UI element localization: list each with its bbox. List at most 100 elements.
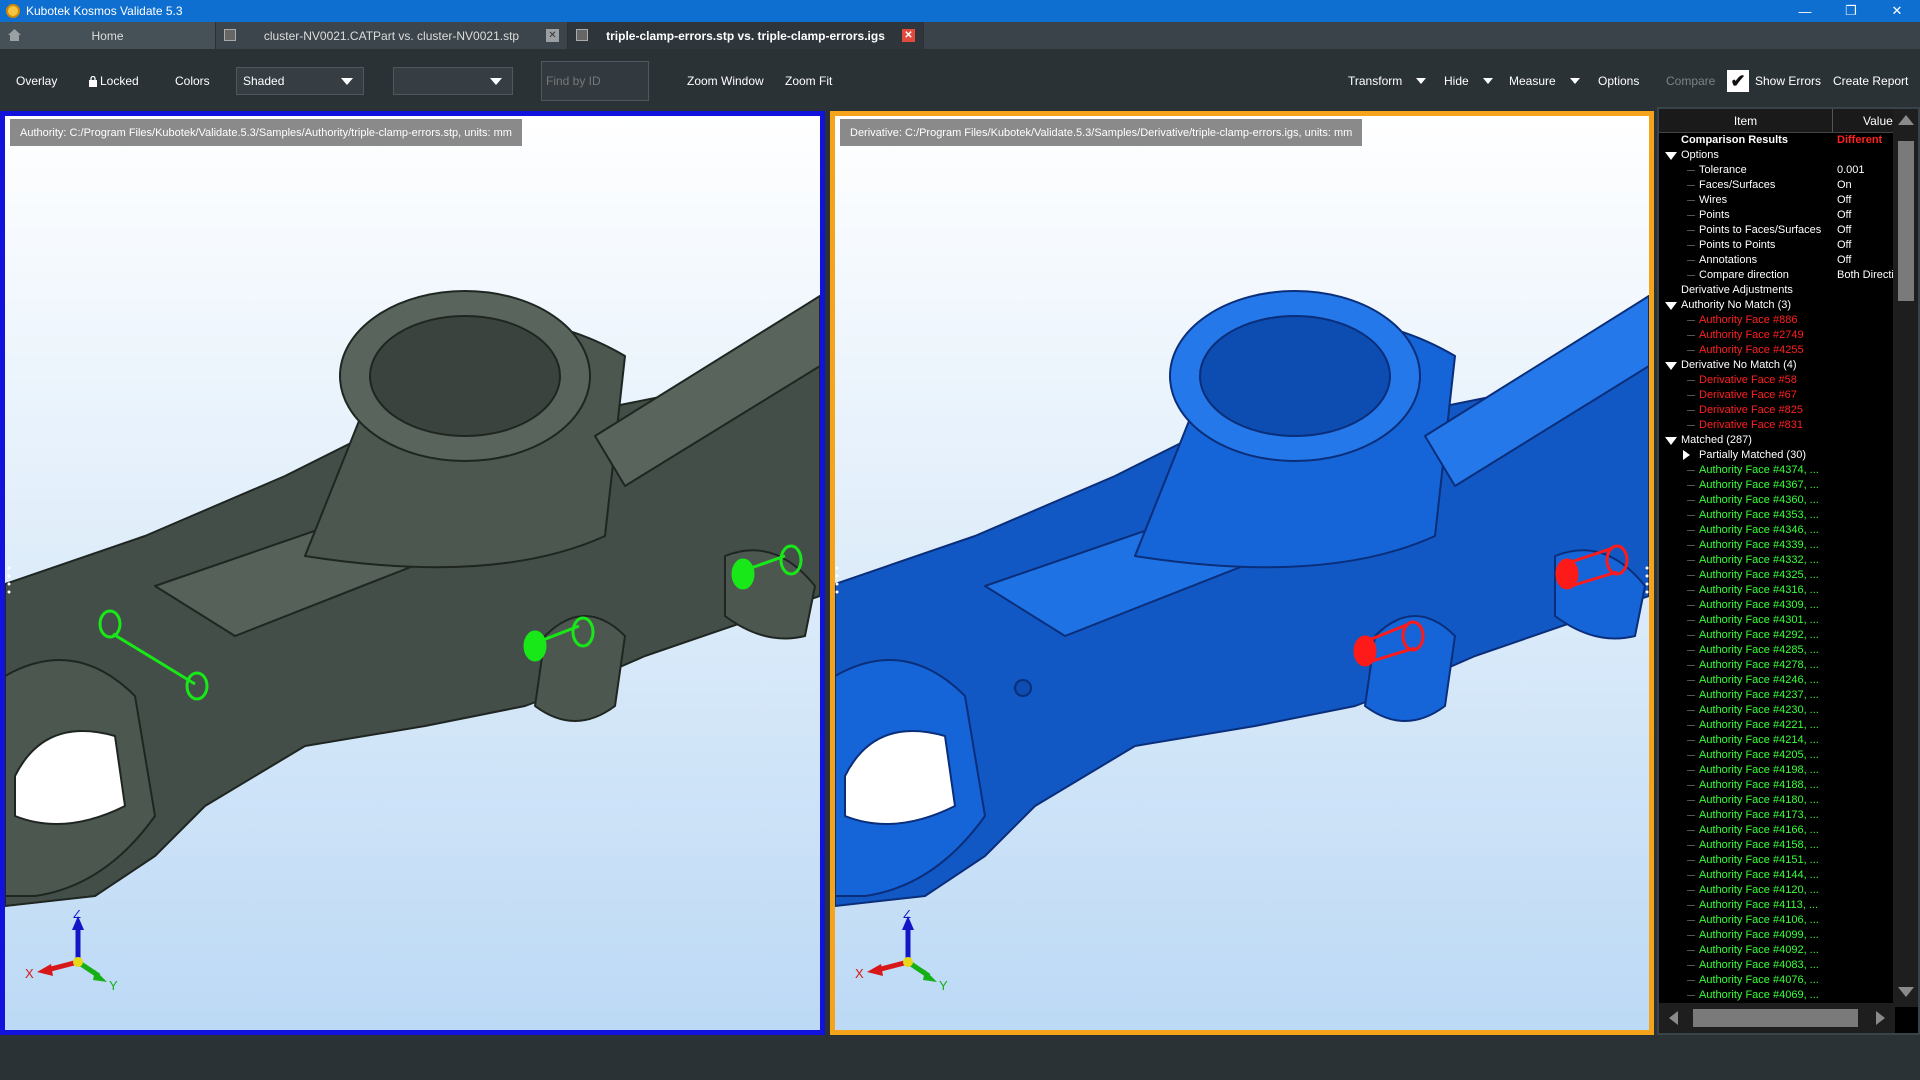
checkbox-checked-icon[interactable]: ✔ (1727, 70, 1749, 92)
zoom-fit-button[interactable]: Zoom Fit (785, 49, 832, 113)
tree-row[interactable]: Authority Face #4198, ... (1659, 763, 1895, 778)
tree-row[interactable]: Authority Face #4083, ... (1659, 958, 1895, 973)
splitter-grip-icon[interactable] (1645, 564, 1649, 594)
tree-row[interactable]: Authority Face #4237, ... (1659, 688, 1895, 703)
tree-row[interactable]: Authority Face #4113, ... (1659, 898, 1895, 913)
tab-close-icon[interactable]: ✕ (902, 29, 915, 42)
tree-row[interactable]: Options (1659, 148, 1895, 163)
tree-row[interactable]: Authority Face #886 (1659, 313, 1895, 328)
tree-row[interactable]: Authority Face #4246, ... (1659, 673, 1895, 688)
tree-row[interactable]: Authority Face #4092, ... (1659, 943, 1895, 958)
tree-row[interactable]: Authority Face #4325, ... (1659, 568, 1895, 583)
tree-row[interactable]: Tolerance 0.001 (1659, 163, 1895, 178)
colors-button[interactable]: Colors (175, 49, 210, 113)
column-header-value[interactable]: Value (1833, 109, 1895, 132)
tab-home[interactable]: Home (0, 22, 216, 49)
tree-row[interactable]: Wires Off (1659, 193, 1895, 208)
tree-row[interactable]: Authority No Match (3) (1659, 298, 1895, 313)
tree-row[interactable]: Derivative Face #67 (1659, 388, 1895, 403)
scroll-up-icon[interactable] (1898, 115, 1914, 125)
tree-row[interactable]: Authority Face #4255 (1659, 343, 1895, 358)
derivative-viewport[interactable]: Derivative: C:/Program Files/Kubotek/Val… (830, 111, 1654, 1035)
tree-row[interactable]: Faces/Surfaces On (1659, 178, 1895, 193)
tree-row[interactable]: Authority Face #4353, ... (1659, 508, 1895, 523)
tree-row[interactable]: Authority Face #4285, ... (1659, 643, 1895, 658)
create-report-button[interactable]: Create Report (1833, 49, 1908, 113)
collapse-right-icon[interactable] (1683, 450, 1690, 460)
scrollbar-thumb[interactable] (1898, 141, 1914, 301)
overlay-button[interactable]: Overlay (16, 49, 57, 113)
zoom-window-button[interactable]: Zoom Window (687, 49, 764, 113)
authority-viewport[interactable]: Authority: C:/Program Files/Kubotek/Vali… (0, 111, 825, 1035)
close-button[interactable]: ✕ (1874, 0, 1920, 22)
horizontal-scrollbar[interactable] (1659, 1003, 1895, 1033)
tree-row[interactable]: Authority Face #4173, ... (1659, 808, 1895, 823)
tree-row[interactable]: Authority Face #4120, ... (1659, 883, 1895, 898)
tree-row[interactable]: Authority Face #4158, ... (1659, 838, 1895, 853)
tree-row[interactable]: Comparison Results Different (1659, 133, 1895, 148)
tree-row[interactable]: Authority Face #4151, ... (1659, 853, 1895, 868)
tree-row[interactable]: Authority Face #4188, ... (1659, 778, 1895, 793)
tree-row[interactable]: Authority Face #4346, ... (1659, 523, 1895, 538)
tree-row[interactable]: Authority Face #4367, ... (1659, 478, 1895, 493)
transform-menu[interactable]: Transform (1348, 49, 1427, 113)
tab-close-icon[interactable]: ✕ (546, 29, 559, 42)
tree-row[interactable]: Authority Face #4301, ... (1659, 613, 1895, 628)
hide-menu[interactable]: Hide (1444, 49, 1493, 113)
tree-row[interactable]: Authority Face #4144, ... (1659, 868, 1895, 883)
tree-row[interactable]: Authority Face #4316, ... (1659, 583, 1895, 598)
tree-row[interactable]: Authority Face #2749 (1659, 328, 1895, 343)
tree-row[interactable]: Authority Face #4166, ... (1659, 823, 1895, 838)
compare-button[interactable]: Compare (1666, 49, 1715, 113)
find-by-id-input[interactable]: Find by ID (541, 61, 649, 101)
tree-row[interactable]: Authority Face #4278, ... (1659, 658, 1895, 673)
options-button[interactable]: Options (1598, 49, 1639, 113)
locked-button[interactable]: Locked (88, 49, 139, 113)
tree-row[interactable]: Authority Face #4309, ... (1659, 598, 1895, 613)
tree-row[interactable]: Matched (287) (1659, 433, 1895, 448)
tree-row[interactable]: Authority Face #4106, ... (1659, 913, 1895, 928)
display-mode-select[interactable]: Shaded (236, 67, 364, 95)
tree-row[interactable]: Annotations Off (1659, 253, 1895, 268)
tree-row[interactable]: Authority Face #4069, ... (1659, 988, 1895, 1003)
tree-row[interactable]: Points Off (1659, 208, 1895, 223)
scroll-down-icon[interactable] (1898, 987, 1914, 997)
tree-row[interactable]: Authority Face #4339, ... (1659, 538, 1895, 553)
tree-row[interactable]: Derivative Face #825 (1659, 403, 1895, 418)
expand-down-icon[interactable] (1665, 362, 1677, 370)
restore-button[interactable]: ❐ (1828, 0, 1874, 22)
tree-row[interactable]: Authority Face #4360, ... (1659, 493, 1895, 508)
tab-triple-clamp-comparison[interactable]: triple-clamp-errors.stp vs. triple-clamp… (568, 22, 924, 49)
tree-row[interactable]: Authority Face #4180, ... (1659, 793, 1895, 808)
secondary-select[interactable] (393, 67, 513, 95)
tree-row[interactable]: Authority Face #4214, ... (1659, 733, 1895, 748)
derivative-model[interactable] (835, 116, 1649, 1030)
tree-row[interactable]: Authority Face #4076, ... (1659, 973, 1895, 988)
scrollbar-thumb[interactable] (1693, 1009, 1858, 1027)
tree-row[interactable]: Authority Face #4099, ... (1659, 928, 1895, 943)
measure-menu[interactable]: Measure (1509, 49, 1580, 113)
tree-row[interactable]: Derivative Adjustments (1659, 283, 1895, 298)
splitter-grip-icon[interactable] (835, 564, 839, 594)
expand-down-icon[interactable] (1665, 437, 1677, 445)
show-errors-toggle[interactable]: ✔ Show Errors (1727, 49, 1821, 113)
tree-row[interactable]: Authority Face #4332, ... (1659, 553, 1895, 568)
authority-model[interactable] (5, 116, 820, 1030)
tree-row[interactable]: Points to Faces/Surfaces Off (1659, 223, 1895, 238)
vertical-scrollbar[interactable] (1893, 109, 1918, 1007)
tree-row[interactable]: Partially Matched (30) (1659, 448, 1895, 463)
tree-row[interactable]: Authority Face #4292, ... (1659, 628, 1895, 643)
scroll-right-icon[interactable] (1876, 1011, 1885, 1025)
tree-row[interactable]: Authority Face #4374, ... (1659, 463, 1895, 478)
column-header-item[interactable]: Item (1659, 109, 1833, 132)
tree-row[interactable]: Derivative Face #831 (1659, 418, 1895, 433)
tree-row[interactable]: Authority Face #4230, ... (1659, 703, 1895, 718)
minimize-button[interactable]: — (1782, 0, 1828, 22)
tree-row[interactable]: Compare direction Both Directions (1659, 268, 1895, 283)
tab-cluster-comparison[interactable]: cluster-NV0021.CATPart vs. cluster-NV002… (216, 22, 568, 49)
scroll-left-icon[interactable] (1669, 1011, 1678, 1025)
tree-row[interactable]: Derivative No Match (4) (1659, 358, 1895, 373)
splitter-grip-icon[interactable] (7, 564, 11, 594)
expand-down-icon[interactable] (1665, 152, 1677, 160)
tree-row[interactable]: Authority Face #4205, ... (1659, 748, 1895, 763)
